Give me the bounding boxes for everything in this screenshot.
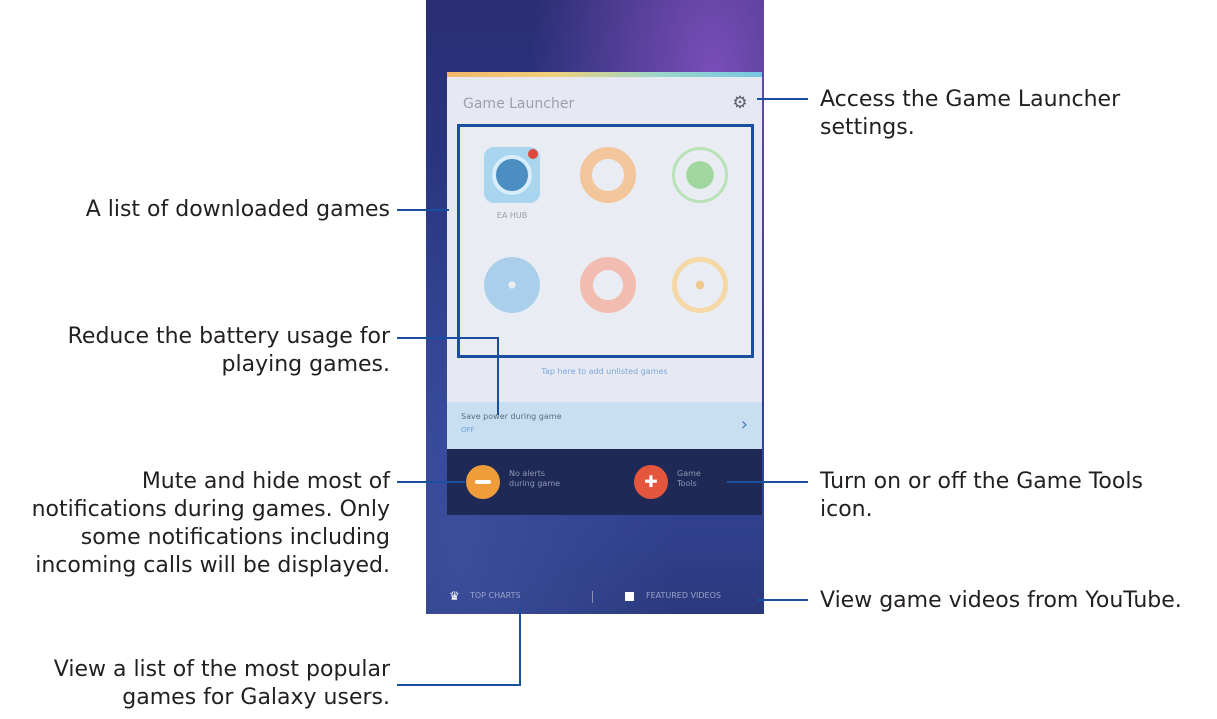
battery-callout: Reduce the battery usage for playing game… [67, 324, 390, 377]
no-alerts-label: No alerts during game [509, 469, 561, 488]
settings-gear-icon[interactable]: ⚙ [731, 94, 749, 112]
video-icon [625, 592, 634, 601]
save-power-row[interactable]: Save power during game OFF › [447, 402, 762, 449]
top-charts-callout: View a list of the most popular games for… [53, 657, 390, 710]
game-label: EA HUB [496, 211, 528, 220]
bottom-nav: ♛ TOP CHARTS FEATURED VIDEOS [426, 585, 764, 611]
no-alerts-button[interactable] [466, 465, 500, 499]
chevron-right-icon: › [740, 414, 748, 435]
game-tools-button[interactable]: ✚ [634, 465, 668, 499]
downloaded-games-grid: EA HUB [457, 124, 754, 358]
settings-callout-line [757, 98, 808, 100]
top-charts-callout-line [397, 684, 521, 686]
game-tools-label: Game Tools [677, 469, 701, 488]
ea-hub-icon[interactable] [484, 147, 540, 203]
add-unlisted-games-link[interactable]: Tap here to add unlisted games [447, 367, 762, 376]
videos-callout-line [757, 599, 808, 601]
mute-callout: Mute and hide most of notifications durin… [31, 469, 390, 578]
top-charts-callout-line-vertical [519, 606, 521, 685]
battery-callout-line-vertical [497, 337, 499, 415]
crown-icon: ♛ [449, 589, 460, 603]
game-tools-callout: Turn on or off the Game Tools icon. [820, 469, 1143, 522]
settings-callout: Access the Game Launcher settings. [820, 87, 1121, 140]
games-callout-line [397, 209, 449, 211]
game-toolbar: No alerts during game ✚ Game Tools [447, 449, 762, 515]
top-charts-tab[interactable]: TOP CHARTS [470, 591, 521, 600]
tools-callout-line [727, 481, 808, 483]
panel-accent-stripe [447, 72, 762, 77]
panel-title: Game Launcher [463, 96, 575, 112]
save-power-title: Save power during game [461, 412, 562, 421]
game-launcher-panel: Game Launcher ⚙ EA HUB Tap here to add u… [447, 72, 762, 449]
featured-videos-tab[interactable]: FEATURED VIDEOS [646, 591, 721, 600]
battery-callout-line [397, 337, 498, 339]
videos-callout: View game videos from YouTube. [820, 588, 1182, 613]
game-placeholder-icon[interactable] [580, 147, 636, 203]
games-list-callout: A list of downloaded games [85, 197, 390, 222]
game-placeholder-icon[interactable] [484, 257, 540, 313]
game-launcher-screen: Game Launcher ⚙ EA HUB Tap here to add u… [426, 0, 764, 614]
nav-divider [592, 591, 593, 603]
game-placeholder-icon[interactable] [672, 147, 728, 203]
save-power-status: OFF [461, 426, 475, 434]
game-placeholder-icon[interactable] [580, 257, 636, 313]
game-placeholder-icon[interactable] [672, 257, 728, 313]
mute-callout-line [397, 481, 465, 483]
